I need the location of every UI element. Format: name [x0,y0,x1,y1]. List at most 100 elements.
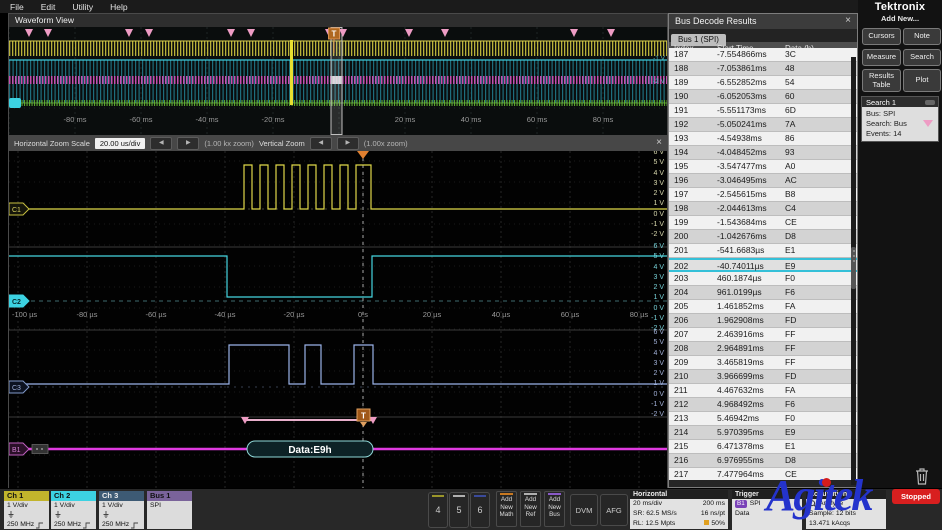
trigger-icon[interactable]: T [357,409,370,427]
h-zoom-scale-value[interactable]: 20.00 us/div [95,138,145,149]
cell-index: 206 [669,314,717,327]
afg-button[interactable]: AFG [600,494,628,526]
scrollbar-thumb[interactable] [851,247,856,289]
magnifier-icon [809,500,817,508]
table-row[interactable]: 2051.461852msFA [669,300,857,314]
cell-index: 213 [669,412,717,425]
cell-index: 187 [669,48,717,61]
plot-button[interactable]: Plot [903,69,941,92]
dvm-button[interactable]: DVM [570,494,598,526]
zoomed-waveform-view[interactable]: T Data:E9h C1 C2 C3 [9,151,667,488]
h-zoom-increase-button[interactable]: ▶ [177,137,199,150]
table-row[interactable]: 2061.962908msFD [669,314,857,328]
table-row[interactable]: 195-3.547477msA0 [669,160,857,174]
cursors-button[interactable]: Cursors [862,28,901,45]
run-stop-button[interactable]: Stopped [892,489,940,504]
table-row[interactable]: 188-7.053861ms48 [669,62,857,76]
zoom-window[interactable] [331,28,342,135]
channel-badge-bus1[interactable]: Bus 1 SPI [147,491,192,529]
table-row[interactable]: 191-5.551173ms6D [669,104,857,118]
table-row[interactable]: 202-40.74011µsE9 [669,258,857,272]
table-row[interactable]: 2072.463916msFF [669,328,857,342]
h-zoom-decrease-button[interactable]: ◀ [150,137,172,150]
ch2-position-marker[interactable]: C2 [9,295,29,307]
cell-index: 193 [669,132,717,145]
volt-tick-label: -1 V [653,55,665,62]
table-row[interactable]: 199-1.543684msCE [669,216,857,230]
v-zoom-increase-button[interactable]: ▶ [337,137,359,150]
menu-help[interactable]: Help [110,2,127,12]
trigger-badge[interactable]: Trigger B1SPI Data [732,490,802,530]
zoom-close-icon[interactable]: × [656,138,662,148]
table-row[interactable]: 203460.1874µsF0 [669,272,857,286]
table-row[interactable]: 193-4.54938ms86 [669,132,857,146]
table-row[interactable]: 200-1.042676msD8 [669,230,857,244]
cell-index: 216 [669,454,717,467]
table-row[interactable]: 2124.968492msF6 [669,398,857,412]
table-row[interactable]: 2114.467632msFA [669,384,857,398]
cell-data: E9 [785,260,857,270]
search-marker-icon [125,29,133,37]
time-tick-label: 80 ms [593,115,613,124]
measure-button[interactable]: Measure [862,49,901,66]
cell-data: FF [785,356,857,369]
table-row[interactable]: 2082.964891msFF [669,342,857,356]
table-row[interactable]: 192-5.050241ms7A [669,118,857,132]
menu-edit[interactable]: Edit [41,2,56,12]
add-new-math-button[interactable]: Add New Math [496,491,517,527]
channel-badge-ch1[interactable]: Ch 1 1 V/div 250 MHz [4,491,49,529]
zoomed-plot: T Data:E9h C1 C2 C3 [9,151,667,488]
results-table-button[interactable]: Results Table [862,69,901,92]
note-button[interactable]: Note [903,28,941,45]
search-card-events: Events: 14 [866,129,934,139]
horizontal-badge[interactable]: Horizontal 20 ms/div200 ms SR: 62.5 MS/s… [630,490,728,529]
table-row[interactable]: 201-541.6683µsE1 [669,244,857,258]
table-row[interactable]: 198-2.044613msC4 [669,202,857,216]
channel-4-button[interactable]: 4 [428,492,448,528]
bus-results-close-icon[interactable]: × [845,16,851,26]
ch1-position-marker[interactable]: C1 [9,203,29,215]
v-zoom-decrease-button[interactable]: ◀ [310,137,332,150]
menu-file[interactable]: File [10,2,24,12]
bus-decode-results-panel: Bus Decode Results × Bus 1 (SPI) Index S… [668,13,858,488]
menu-utility[interactable]: Utility [72,2,93,12]
table-row[interactable]: 190-6.052053ms60 [669,90,857,104]
table-row[interactable]: 2166.976955msD8 [669,454,857,468]
add-new-ref-button[interactable]: Add New Ref [520,491,541,527]
scrollbar[interactable] [851,57,856,485]
channel-5-button[interactable]: 5 [449,492,469,528]
time-tick-label: 20 ms [395,115,415,124]
waveform-view-panel: Waveform View T [8,13,668,488]
add-new-label: Add New... [858,14,942,23]
cell-data: AC [785,174,857,187]
table-row[interactable]: 187-7.554866ms3C [669,48,857,62]
table-row[interactable]: 2145.970395msE9 [669,426,857,440]
overview-cursor-bar[interactable] [290,40,293,105]
search-result-card[interactable]: Search 1 Bus: SPI Search: Bus Events: 14 [861,96,939,142]
table-row[interactable]: 2156.471378msE1 [669,440,857,454]
table-row[interactable]: 204961.0199µsF6 [669,286,857,300]
trigger-top-marker-icon[interactable] [357,151,369,159]
time-tick-label: 40 ms [461,115,481,124]
acquisition-badge[interactable]: Acquisition Analyze Sample: 12 bits 13.4… [806,490,886,529]
ch3-position-marker[interactable]: C3 [9,381,29,393]
channel-6-button[interactable]: 6 [470,492,490,528]
table-row[interactable]: 189-6.552852ms54 [669,76,857,90]
channel-badge-ch2[interactable]: Ch 2 1 V/div 250 MHz [51,491,96,529]
table-row[interactable]: 2177.477964msCE [669,468,857,480]
search-button[interactable]: Search [903,49,941,66]
channel-badge-ch3[interactable]: Ch 3 1 V/div 250 MHz [99,491,144,529]
table-row[interactable]: 2103.966699msFD [669,370,857,384]
table-row[interactable]: 194-4.048452ms93 [669,146,857,160]
add-new-bus-button[interactable]: Add New Bus [544,491,565,527]
waveform-overview[interactable]: T -80 ms-60 ms-40 ms-20 ms20 ms40 ms60 m… [9,27,667,135]
table-row[interactable]: 197-2.545615msB8 [669,188,857,202]
table-row[interactable]: 2135.46942msF0 [669,412,857,426]
cell-data: 7A [785,118,857,131]
bus-decode-value-box[interactable]: Data:E9h [247,441,373,457]
cell-index: 198 [669,202,717,215]
bus-position-marker[interactable]: B1 [9,443,48,455]
table-row[interactable]: 2093.465819msFF [669,356,857,370]
time-tick-label: -40 µs [215,310,236,319]
table-row[interactable]: 196-3.046495msAC [669,174,857,188]
